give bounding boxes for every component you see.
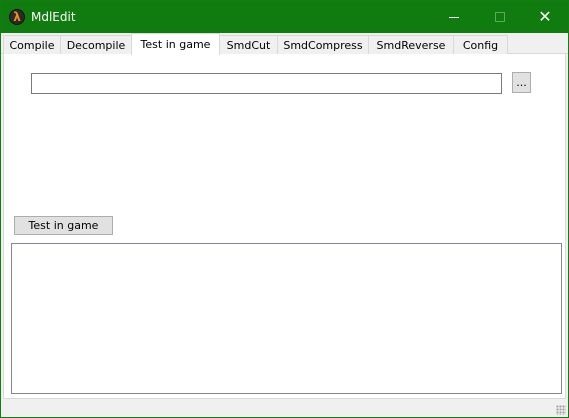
close-icon: ✕	[538, 7, 552, 26]
path-input[interactable]	[31, 73, 502, 94]
test-in-game-button[interactable]: Test in game	[14, 216, 113, 235]
tab-config[interactable]: Config	[453, 35, 508, 54]
app-icon-glyph: λ	[13, 10, 21, 24]
tab-strip: Compile Decompile Test in game SmdCut Sm…	[1, 33, 568, 55]
tab-compile[interactable]: Compile	[3, 35, 61, 54]
output-log[interactable]	[11, 243, 562, 394]
main-window: λ MdlEdit ✕ Compile Decompile Test in ga…	[0, 0, 569, 418]
tab-smdcut[interactable]: SmdCut	[219, 35, 278, 54]
resize-grip-icon[interactable]	[556, 405, 566, 415]
window-title: MdlEdit	[31, 10, 76, 24]
browse-button[interactable]: ...	[512, 72, 531, 93]
title-bar[interactable]: λ MdlEdit ✕	[1, 1, 568, 33]
status-bar	[1, 399, 568, 417]
half-life-lambda-icon[interactable]: λ	[9, 9, 25, 25]
minimize-button[interactable]	[431, 1, 477, 33]
close-button[interactable]: ✕	[522, 1, 568, 33]
tab-smdreverse[interactable]: SmdReverse	[368, 35, 454, 54]
minimize-icon	[449, 16, 459, 18]
tab-panel-test-in-game: ... Test in game	[3, 54, 566, 399]
maximize-button[interactable]	[477, 1, 523, 33]
tab-smdcompress[interactable]: SmdCompress	[277, 35, 369, 54]
maximize-icon	[495, 12, 505, 22]
tab-test-in-game[interactable]: Test in game	[131, 33, 220, 55]
tab-decompile[interactable]: Decompile	[60, 35, 132, 54]
